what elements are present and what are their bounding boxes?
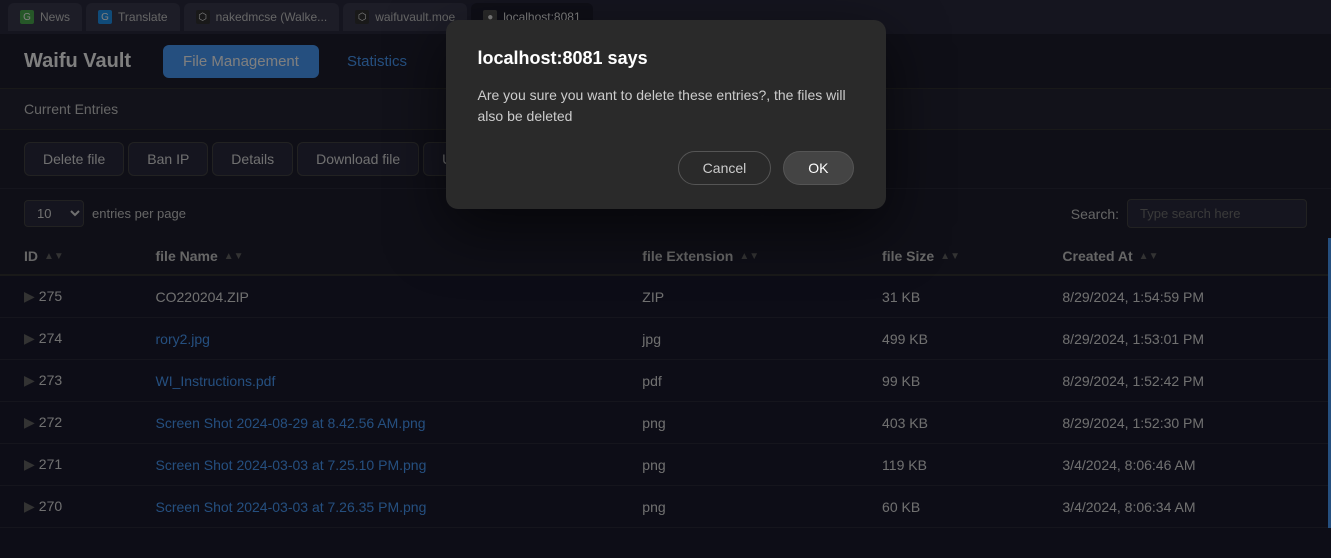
modal-cancel-button[interactable]: Cancel — [678, 151, 772, 185]
modal-dialog: localhost:8081 says Are you sure you wan… — [446, 20, 886, 209]
modal-buttons: Cancel OK — [478, 151, 854, 185]
modal-overlay: localhost:8081 says Are you sure you wan… — [0, 0, 1331, 558]
modal-title: localhost:8081 says — [478, 48, 854, 69]
modal-message: Are you sure you want to delete these en… — [478, 85, 854, 127]
modal-ok-button[interactable]: OK — [783, 151, 853, 185]
